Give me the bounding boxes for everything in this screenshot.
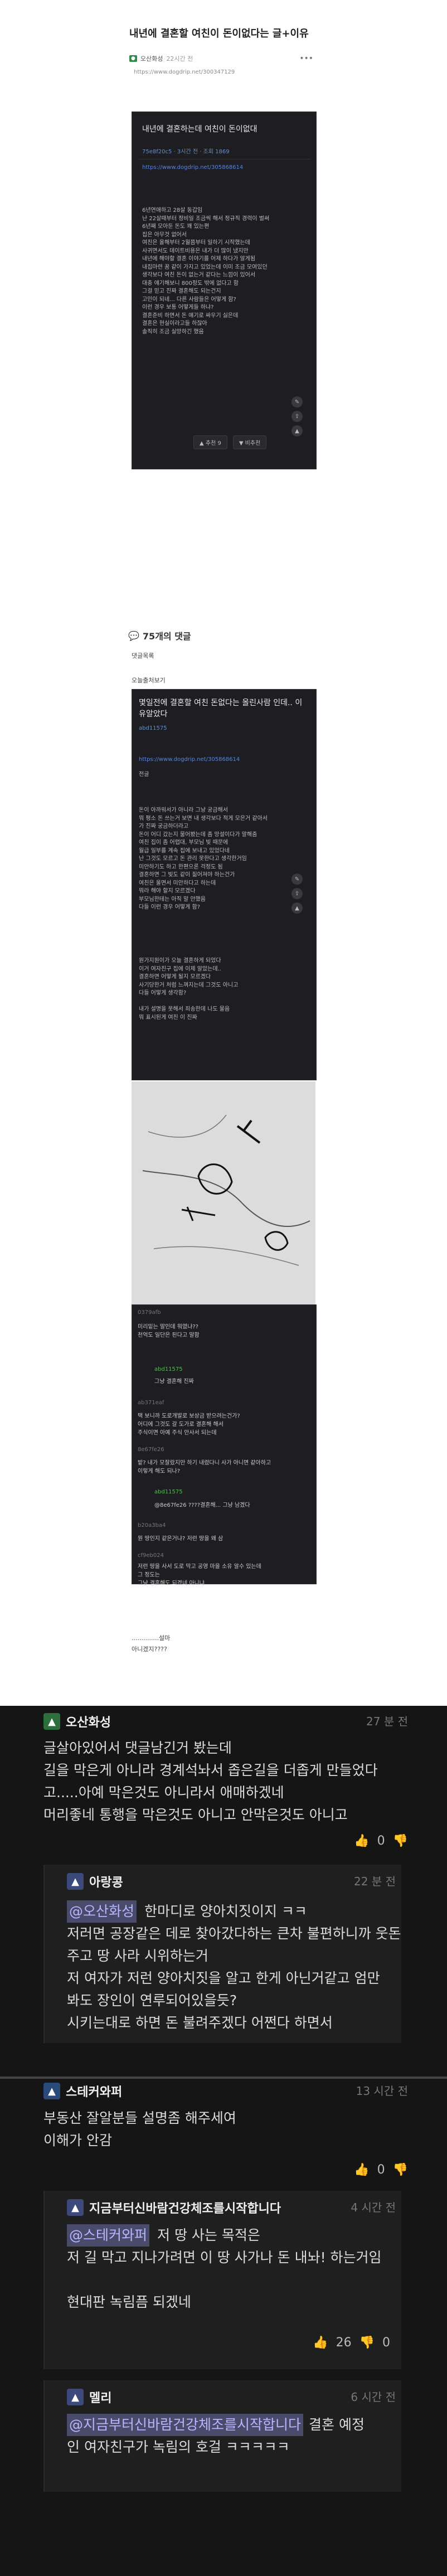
comment-line: 주고 땅 사라 시위하는거 [67, 1948, 208, 1964]
comment-author: b20a3ba4 [138, 1522, 166, 1529]
scroll-top-icon[interactable]: ▲ [291, 425, 303, 436]
map-sketch-icon [142, 1114, 310, 1266]
downvote-icon[interactable]: 👎 [393, 2163, 408, 2177]
comment-author[interactable]: 오산화성 [66, 1713, 111, 1730]
comment-line: 한마디로 양아치짓이지 ㅋㅋ [144, 1903, 307, 1919]
comment-line: 고.....아예 막은것도 아니라서 애매하겠네 [43, 1784, 284, 1801]
comment-line: 시키는대로 하면 돈 불려주겠다 어쩐다 하면서 [67, 2015, 333, 2031]
upvote-icon[interactable]: 👍 [354, 2163, 369, 2177]
comment-line: 결혼 예정 [309, 2417, 365, 2433]
comment-author: abd11575 [154, 1366, 183, 1372]
reply-box: ▲ 아랑콩 22 분 전 @오산화성 한마디로 양아치짓이지 ㅋㅋ 저러면 공장… [43, 1865, 401, 2043]
upvote-icon[interactable]: 👍 [354, 1834, 369, 1848]
closing-text-1: ..............설마 [132, 1634, 171, 1642]
comment-line: 현대판 녹림픔 되겠네 [67, 2294, 191, 2310]
screenshot2-title: 몇일전에 결혼할 여친 돈없다는 올린사람 인데.. 이유알았다 [139, 698, 303, 719]
avatar-icon: ▲ [43, 2083, 60, 2099]
comment-line: 글살아있어서 댓글남긴거 봤는데 [43, 1740, 232, 1756]
comment-author: abd11575 [154, 1489, 183, 1495]
comment-line: 저러면 공장같은 데로 찾아갔다하는 큰차 불편하니까 웃돈 [67, 1925, 401, 1942]
screenshot1-link[interactable]: https://www.dogdrip.net/305868614 [142, 164, 243, 171]
screenshot1-body: 6년연애하고 28살 동갑임 난 22살때부터 정비일 조금씩 해서 정규직 경… [142, 207, 270, 335]
closing-text-2: 아니겠지???? [132, 1646, 167, 1653]
downvote-icon[interactable]: 👎 [359, 2336, 375, 2350]
comment-line: 머리좋네 통행을 막은것도 아니고 안막은것도 아니고 [43, 1807, 348, 1823]
screenshot2-author: abd11575 [139, 725, 167, 731]
upvote-button[interactable]: ▲ 추천 9 [193, 435, 227, 449]
comment-line: 인 여자친구가 녹림의 호걸 ㅋㅋㅋㅋㅋ [67, 2439, 290, 2455]
upvote-icon[interactable]: 👍 [313, 2336, 328, 2350]
comment-author: cf9eb024 [138, 1553, 164, 1559]
downvote-icon[interactable]: 👎 [393, 1834, 408, 1848]
more-options-icon[interactable]: ••• [299, 54, 313, 63]
comment-text: 미리밑는 말인데 뭐였냐?? 천억도 일단은 된다고 말함 [138, 1324, 200, 1338]
comment-author[interactable]: 지금부터신바람건강체조를시작합니다 [89, 2199, 281, 2216]
comment-line: 부동산 잘알분들 설명좀 해주세여 [43, 2110, 236, 2126]
comment-time: 4 시간 전 [351, 2201, 396, 2214]
post-title: 내년에 결혼할 여친이 돈이없다는 글+이유 [129, 28, 309, 40]
comment-author[interactable]: 스테커와퍼 [66, 2082, 122, 2100]
comment-line: 이해가 안감 [43, 2132, 112, 2148]
upvote-count: 26 [336, 2336, 352, 2350]
share-icon[interactable]: ⇪ [291, 411, 303, 422]
comment-line: 길을 막은게 아니라 경계석놔서 좁은길을 더좁게 만들었다 [43, 1762, 378, 1778]
avatar-icon: ▲ [67, 2199, 84, 2216]
downvote-count: 0 [382, 2336, 390, 2350]
comment-time: 22 분 전 [354, 1875, 396, 1888]
author-badge-icon: ● [129, 55, 137, 62]
comment-text: @8e67fe26 ????결혼해... 그냥 남겠다 [154, 1502, 250, 1508]
screenshot2-body: 돈이 아까워서가 아니라 그냥 궁금해서 뭐 평소 돈 쓰는거 보면 내 생각보… [139, 807, 268, 910]
screenshot2-pre: 전글 [139, 772, 149, 778]
comment-count: 💬 75개의 댓글 [128, 630, 191, 642]
post-meta: ● 오산화성 22시간 전 ••• [129, 51, 313, 66]
upvote-count: 0 [377, 1834, 385, 1848]
drawing-comments: 0379afb 미리밑는 말인데 뭐였냐?? 천억도 일단은 된다고 말함 ab… [132, 1304, 317, 1587]
reply-box: ▲ 지금부터신바람건강체조를시작합니다 4 시간 전 @스테커와퍼 저 땅 사는… [43, 2191, 401, 2369]
comment-text: 뭔 땅인지 같은거냐? 저런 땅을 왜 삼 [138, 1536, 224, 1542]
avatar-icon: ▲ [43, 1713, 60, 1730]
comment-icon[interactable]: ✎ [291, 396, 303, 407]
source-link-label[interactable]: 오늘출처보기 [132, 676, 166, 685]
reply-box: ▲ 멜리 6 시간 전 @지금부터신바람건강체조를시작합니다 결혼 예정 인 여… [43, 2380, 401, 2492]
comment-time: 13 시간 전 [356, 2084, 408, 2098]
comment-thread: ▲ 오산화성 27 분 전 글살아있어서 댓글남긴거 봤는데 길을 막은게 아니… [0, 1706, 447, 2576]
mention-tag[interactable]: @지금부터신바람건강체조를시작합니다 [67, 2414, 304, 2436]
comment-time: 27 분 전 [366, 1715, 408, 1728]
comment-list-label: 댓글목록 [132, 652, 154, 659]
comment-author: 8e67fe26 [138, 1447, 164, 1453]
screenshot1-title: 내년에 결혼하는데 여친이 돈이없대 [142, 125, 257, 134]
comment-text: 택 보니까 도로개발로 보상금 받으려는건가? 어디에 그것도 갈 도가로 결혼… [138, 1413, 240, 1436]
comment-icon[interactable]: ✎ [291, 874, 303, 885]
comment-author: ab371eaf [138, 1400, 164, 1406]
comment-line: 저 여자가 저런 양아치짓을 알고 한게 아닌거같고 엄만 [67, 1970, 380, 1986]
comment-text: 밭? 내가 모잘랐지만 하기 내렸다니 사가 아니면 같아하고 이렇게 해도 되… [138, 1460, 271, 1474]
avatar-icon: ▲ [67, 1873, 84, 1890]
screenshot-card-2: 몇일전에 결혼할 여친 돈없다는 올린사람 인데.. 이유알았다 abd1157… [132, 689, 317, 1080]
mention-tag[interactable]: @스테커와퍼 [67, 2224, 150, 2247]
comment-author[interactable]: 멜리 [89, 2388, 111, 2406]
downvote-button[interactable]: ▼ 비추천 [232, 435, 267, 449]
avatar-icon: ▲ [67, 2389, 84, 2405]
screenshot2-link[interactable]: https://www.dogdrip.net/305868614 [139, 756, 240, 763]
author-name[interactable]: 오산화성 [140, 54, 163, 63]
comment-text: 그냥 결혼해 진짜 [154, 1379, 194, 1385]
mention-tag[interactable]: @오산화성 [67, 1900, 137, 1923]
comment-time: 6 시간 전 [351, 2390, 396, 2404]
screenshot2-extra: 원가지원이가 오늘 결혼하게 되었다 이거 여자친구 집에 이제 알았는데.. … [139, 958, 239, 1021]
screenshot1-meta: 75e8f20c5 · 3시간 전 · 조회 1869 [142, 149, 230, 155]
comment-author[interactable]: 아랑콩 [89, 1872, 123, 1890]
screenshot-card-1: 내년에 결혼하는데 여친이 돈이없대 75e8f20c5 · 3시간 전 · 조… [132, 111, 317, 469]
comment-line: 봐도 장인이 연루되어있을듯? [67, 1992, 237, 2009]
comment-author: 0379afb [138, 1309, 161, 1316]
comment-icon: 💬 [128, 630, 139, 641]
post-time: 22시간 전 [166, 55, 193, 62]
post-url[interactable]: https://www.dogdrip.net/300347129 [134, 69, 235, 75]
scroll-top-icon[interactable]: ▲ [291, 903, 303, 914]
upvote-count: 0 [377, 2163, 385, 2177]
comment-line: 저 땅 사는 목적은 [157, 2227, 260, 2243]
share-icon[interactable]: ⇪ [291, 888, 303, 899]
comment-text: 저런 땅을 사서 도로 막고 공영 마을 소유 알수 있는데 그 정도는 그냥 … [138, 1564, 261, 1587]
comment-line: 저 길 막고 지나가려면 이 땅 사가나 돈 내놔! 하는거임 [67, 2249, 382, 2265]
map-drawing-image [132, 1081, 315, 1304]
